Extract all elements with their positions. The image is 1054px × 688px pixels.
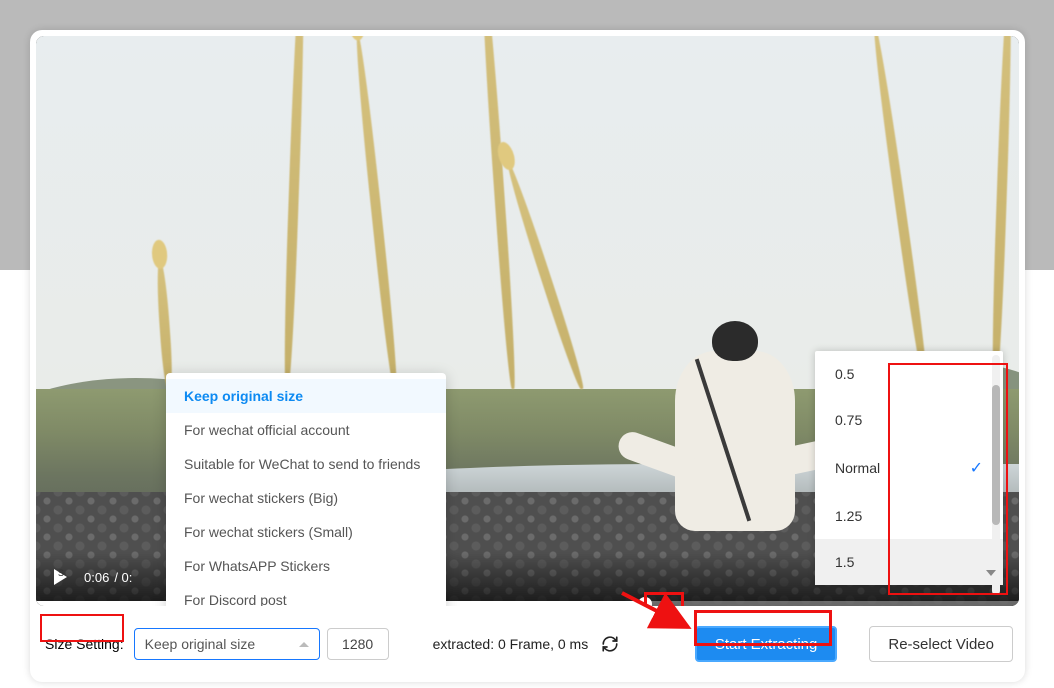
reselect-video-button[interactable]: Re-select Video: [869, 626, 1013, 662]
size-menu-item[interactable]: For wechat official account: [166, 413, 446, 447]
speed-menu-item-label: 0.75: [835, 412, 862, 428]
stray-text: s: [58, 565, 64, 579]
playback-speed-menu: 0.5 0.75 Normal ✓ 1.25 1.5: [815, 351, 1003, 585]
controls-row: Size Setting: Keep original size 1280 ex…: [30, 612, 1025, 662]
size-menu-item[interactable]: For wechat stickers (Small): [166, 515, 446, 549]
chevron-up-icon: [299, 642, 309, 647]
size-setting-value: Keep original size: [145, 636, 256, 652]
progress-thumb[interactable]: [638, 597, 652, 607]
size-menu-item[interactable]: Keep original size: [166, 379, 446, 413]
video-player[interactable]: 0:06 / 0: s Keep original sizeFor wechat…: [36, 36, 1019, 606]
speed-menu-item-label: Normal: [835, 460, 880, 476]
extracted-status: extracted: 0 Frame, 0 ms: [433, 636, 589, 652]
size-menu-item[interactable]: For Discord post: [166, 583, 446, 606]
speed-menu-item[interactable]: 1.5: [815, 539, 1003, 585]
width-input[interactable]: 1280: [327, 628, 389, 660]
size-menu-item[interactable]: For wechat stickers (Big): [166, 481, 446, 515]
check-icon: ✓: [970, 458, 983, 478]
speed-menu-item[interactable]: 1.25: [815, 493, 1003, 539]
player-time-sep: / 0:: [114, 570, 132, 585]
size-setting-label: Size Setting:: [42, 634, 127, 654]
width-input-value: 1280: [342, 636, 373, 652]
speed-menu-scroll: 0.5 0.75 Normal ✓ 1.25 1.5: [815, 351, 1003, 585]
start-extracting-button[interactable]: Start Extracting: [695, 626, 838, 662]
size-setting-select[interactable]: Keep original size: [134, 628, 320, 660]
chevron-down-icon[interactable]: [982, 564, 1000, 582]
size-menu-item[interactable]: Suitable for WeChat to send to friends: [166, 447, 446, 481]
scrollbar[interactable]: [992, 355, 1000, 595]
speed-menu-item[interactable]: Normal ✓: [815, 443, 1003, 493]
speed-menu-item-label: 1.25: [835, 508, 862, 524]
size-menu-item[interactable]: For WhatsAPP Stickers: [166, 549, 446, 583]
speed-menu-item[interactable]: 0.75: [815, 397, 1003, 443]
player-time-current: 0:06: [84, 570, 109, 585]
speed-menu-item-label: 0.5: [835, 366, 854, 382]
speed-menu-item-label: 1.5: [835, 554, 854, 570]
refresh-icon[interactable]: [601, 635, 619, 653]
reselect-video-label: Re-select Video: [888, 636, 994, 653]
main-card: 0:06 / 0: s Keep original sizeFor wechat…: [30, 30, 1025, 682]
size-preset-menu: Keep original sizeFor wechat official ac…: [166, 373, 446, 606]
speed-menu-item[interactable]: 0.5: [815, 351, 1003, 397]
start-extracting-label: Start Extracting: [715, 636, 818, 653]
